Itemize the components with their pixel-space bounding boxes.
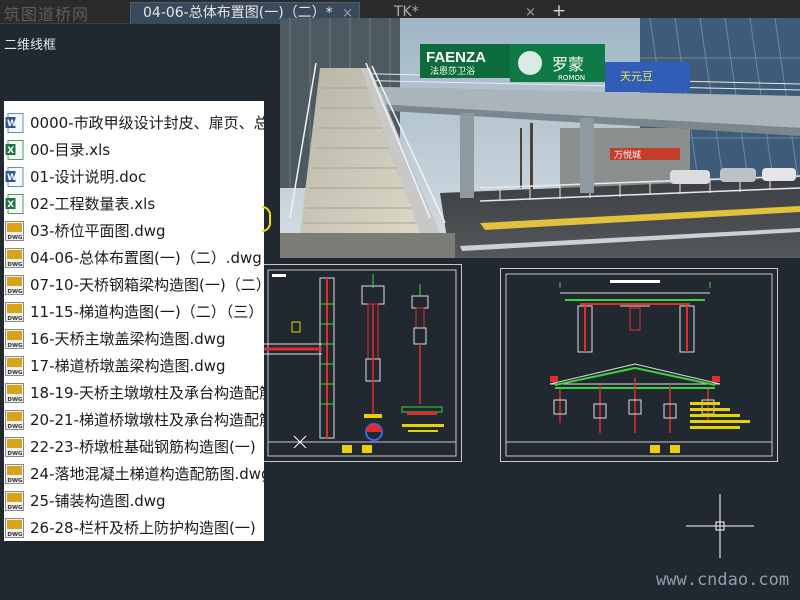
brand-romon-en: ROMON <box>558 74 585 82</box>
svg-text:DWG: DWG <box>7 505 23 511</box>
file-list-item[interactable]: X 02-工程数量表.xls <box>4 191 264 217</box>
file-name: 17-梯道桥墩盖梁构造图.dwg <box>30 357 226 375</box>
file-list-item[interactable]: DWG 18-19-天桥主墩墩柱及承台构造配筋 <box>4 380 264 406</box>
file-list-item[interactable]: DWG 04-06-总体布置图(一)（二）.dwg <box>4 245 264 271</box>
excel-file-icon: X <box>5 194 24 214</box>
bridge-photo-svg: 万悦城 FAENZA 法恩莎卫浴 罗蒙 ROMON 天元豆 <box>280 18 800 258</box>
file-name: 18-19-天桥主墩墩柱及承台构造配筋 <box>30 384 264 402</box>
file-name: 03-桥位平面图.dwg <box>30 222 166 240</box>
file-list-item[interactable]: X 00-目录.xls <box>4 137 264 163</box>
excel-file-icon: X <box>5 140 24 160</box>
svg-text:DWG: DWG <box>7 451 23 457</box>
file-name: 26-28-栏杆及桥上防护构造图(一)（二） <box>30 519 264 537</box>
dwg-file-icon: DWG <box>5 329 24 349</box>
svg-text:W: W <box>7 173 17 183</box>
brand-faenza-cn: 法恩莎卫浴 <box>430 65 475 77</box>
svg-text:DWG: DWG <box>7 235 23 241</box>
dwg-file-icon: DWG <box>5 302 24 322</box>
file-name: 24-落地混凝土梯道构造配筋图.dwg <box>30 465 264 483</box>
file-name: 0000-市政甲级设计封皮、扉页、总 <box>30 114 264 132</box>
file-name: 07-10-天桥钢箱梁构造图(一)（二） <box>30 276 264 294</box>
svg-text:DWG: DWG <box>7 397 23 403</box>
file-name: 20-21-梯道桥墩墩柱及承台构造配筋 <box>30 411 264 429</box>
file-list-item[interactable]: DWG 24-落地混凝土梯道构造配筋图.dwg <box>4 461 264 487</box>
file-name: 16-天桥主墩盖梁构造图.dwg <box>30 330 226 348</box>
brand-romon-cn: 罗蒙 <box>552 55 584 74</box>
word-file-icon: W <box>5 113 24 133</box>
dwg-file-icon: DWG <box>5 410 24 430</box>
file-list-item[interactable]: DWG 22-23-桥墩桩基础钢筋构造图(一)（二） <box>4 434 264 460</box>
file-name: 22-23-桥墩桩基础钢筋构造图(一)（二） <box>30 438 264 456</box>
site-url-watermark: www.cndao.com <box>656 570 790 590</box>
word-file-icon: W <box>5 167 24 187</box>
visual-style-label[interactable]: 二维线框 <box>4 34 56 53</box>
file-list-item[interactable]: DWG 03-桥位平面图.dwg <box>4 218 264 244</box>
file-list-panel: W 0000-市政甲级设计封皮、扉页、总 X 00-目录.xls W 01-设计… <box>4 101 264 541</box>
dwg-file-icon: DWG <box>5 248 24 268</box>
file-list-item[interactable]: DWG 26-28-栏杆及桥上防护构造图(一)（二） <box>4 515 264 541</box>
file-list-item[interactable]: DWG 17-梯道桥墩盖梁构造图.dwg <box>4 353 264 379</box>
svg-text:DWG: DWG <box>7 289 23 295</box>
cad-sheet-left-svg <box>262 264 462 462</box>
dwg-file-icon: DWG <box>5 464 24 484</box>
svg-text:X: X <box>7 200 14 210</box>
cad-drawing-sheet-right[interactable] <box>500 268 778 462</box>
dwg-file-icon: DWG <box>5 518 24 538</box>
file-name: 25-铺装构造图.dwg <box>30 492 166 510</box>
svg-text:X: X <box>7 146 14 156</box>
dwg-file-icon: DWG <box>5 491 24 511</box>
svg-text:DWG: DWG <box>7 262 23 268</box>
svg-text:DWG: DWG <box>7 478 23 484</box>
file-list-item[interactable]: DWG 20-21-梯道桥墩墩柱及承台构造配筋 <box>4 407 264 433</box>
dwg-file-icon: DWG <box>5 383 24 403</box>
file-list-item[interactable]: DWG 07-10-天桥钢箱梁构造图(一)（二） <box>4 272 264 298</box>
crosshair-cursor-icon <box>686 494 754 558</box>
svg-text:DWG: DWG <box>7 370 23 376</box>
file-list-item[interactable]: DWG 25-铺装构造图.dwg <box>4 488 264 514</box>
svg-text:DWG: DWG <box>7 424 23 430</box>
file-name: 04-06-总体布置图(一)（二）.dwg <box>30 249 262 267</box>
file-name: 00-目录.xls <box>30 141 111 159</box>
cad-sheet-right-svg <box>500 268 778 462</box>
svg-text:DWG: DWG <box>7 343 23 349</box>
svg-text:DWG: DWG <box>7 316 23 322</box>
file-name: 01-设计说明.doc <box>30 168 147 186</box>
selection-highlight-mark <box>262 206 271 232</box>
dwg-file-icon: DWG <box>5 437 24 457</box>
dwg-file-icon: DWG <box>5 356 24 376</box>
dwg-file-icon: DWG <box>5 275 24 295</box>
file-list-item[interactable]: DWG 11-15-梯道构造图(一)（二）（三） <box>4 299 264 325</box>
svg-text:W: W <box>7 119 17 129</box>
site-watermark: 筑图道桥网 <box>4 5 90 24</box>
file-list-item[interactable]: DWG 16-天桥主墩盖梁构造图.dwg <box>4 326 264 352</box>
street-sign-text: 万悦城 <box>614 149 641 161</box>
bridge-render-photo: 万悦城 FAENZA 法恩莎卫浴 罗蒙 ROMON 天元豆 <box>280 18 800 258</box>
cad-drawing-sheet-left[interactable] <box>262 264 462 462</box>
brand-faenza: FAENZA <box>426 49 486 66</box>
file-list-item[interactable]: W 01-设计说明.doc <box>4 164 264 190</box>
dwg-file-icon: DWG <box>5 221 24 241</box>
file-name: 11-15-梯道构造图(一)（二）（三） <box>30 303 264 321</box>
file-list-item[interactable]: W 0000-市政甲级设计封皮、扉页、总 <box>4 110 264 136</box>
svg-text:DWG: DWG <box>7 532 23 538</box>
brand-third: 天元豆 <box>620 70 653 83</box>
file-name: 02-工程数量表.xls <box>30 195 156 213</box>
